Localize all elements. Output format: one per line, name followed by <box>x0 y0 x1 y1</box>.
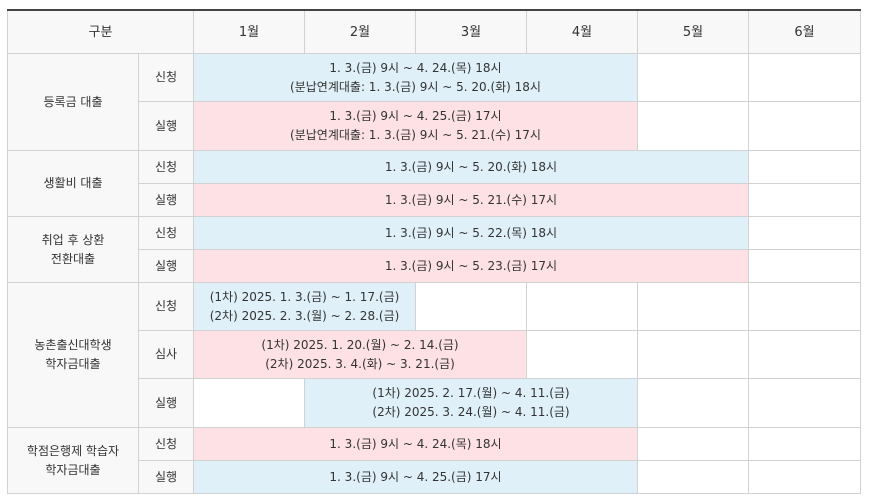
period-line: (1차) 2025. 2. 17.(월) ~ 4. 11.(금) <box>372 386 570 400</box>
empty-cell <box>637 53 750 102</box>
empty-cell <box>637 378 750 428</box>
period-bar: (1차) 2025. 2. 17.(월) ~ 4. 11.(금) (2차) 20… <box>304 378 639 428</box>
empty-cell <box>748 216 862 250</box>
empty-cell <box>637 101 750 151</box>
category-line: 전환대출 <box>50 251 96 266</box>
phase-label: 신청 <box>137 53 195 102</box>
period-line: 1. 3.(금) 9시 ~ 5. 21.(수) 17시 <box>384 192 558 207</box>
period-line: (분납연계대출: 1. 3.(금) 9시 ~ 5. 21.(수) 17시 <box>290 128 541 142</box>
empty-cell <box>526 330 639 379</box>
header-month-4: 4월 <box>526 9 639 54</box>
period-line: 1. 3.(금) 9시 ~ 5. 20.(화) 18시 <box>384 159 558 174</box>
phase-label: 심사 <box>137 330 195 379</box>
phase-label: 신청 <box>137 427 195 461</box>
empty-cell <box>748 330 862 379</box>
category-line: 학점은행제 학습자 <box>26 443 120 458</box>
loan-schedule-table: 구분 1월 2월 3월 4월 5월 6월 등록금 대출 신청 1. 3.(금) … <box>6 9 862 494</box>
header-month-5: 5월 <box>637 9 750 54</box>
header-month-1: 1월 <box>193 9 306 54</box>
period-line: 1. 3.(금) 9시 ~ 4. 25.(금) 17시 <box>329 469 502 484</box>
empty-cell <box>637 330 750 379</box>
category-line: 취업 후 상환 <box>41 232 105 247</box>
period-bar: 1. 3.(금) 9시 ~ 5. 23.(금) 17시 <box>193 249 750 283</box>
phase-label: 실행 <box>137 378 195 428</box>
period-line: (2차) 2025. 3. 24.(월) ~ 4. 11.(금) <box>372 405 570 419</box>
phase-label: 신청 <box>137 150 195 184</box>
category-line: 학자금대출 <box>45 357 101 371</box>
living-loan-label: 생활비 대출 <box>7 150 139 217</box>
header-month-6: 6월 <box>748 9 862 54</box>
period-line: (1차) 2025. 1. 3.(금) ~ 1. 17.(금) <box>209 289 400 304</box>
period-bar: 1. 3.(금) 9시 ~ 5. 21.(수) 17시 <box>193 183 750 217</box>
period-bar: 1. 3.(금) 9시 ~ 4. 25.(금) 17시 (분납연계대출: 1. … <box>193 101 639 151</box>
header-row: 구분 1월 2월 3월 4월 5월 6월 <box>6 9 862 54</box>
phase-label: 실행 <box>137 460 195 494</box>
empty-cell <box>748 53 862 102</box>
period-line: 1. 3.(금) 9시 ~ 5. 23.(금) 17시 <box>384 258 558 273</box>
period-bar: (1차) 2025. 1. 20.(월) ~ 2. 14.(금) (2차) 20… <box>193 330 528 379</box>
phase-label: 실행 <box>137 249 195 283</box>
period-line: 1. 3.(금) 9시 ~ 5. 22.(목) 18시 <box>384 225 558 240</box>
category-line: 학자금대출 <box>45 462 101 477</box>
empty-cell <box>637 282 750 331</box>
phase-label: 신청 <box>137 282 195 331</box>
empty-cell <box>748 378 862 428</box>
period-bar: 1. 3.(금) 9시 ~ 5. 20.(화) 18시 <box>193 150 750 184</box>
table-row: 학점은행제 학습자 학자금대출 신청 1. 3.(금) 9시 ~ 4. 24.(… <box>7 427 862 494</box>
period-bar: 1. 3.(금) 9시 ~ 4. 24.(목) 18시 (분납연계대출: 1. … <box>193 53 639 102</box>
empty-cell <box>748 282 862 331</box>
empty-cell <box>193 378 306 428</box>
empty-cell <box>748 183 862 217</box>
phase-label: 신청 <box>137 216 195 250</box>
table-row: 농촌출신대학생 학자금대출 신청 (1차) 2025. 1. 3.(금) ~ 1… <box>7 282 862 428</box>
period-line: (2차) 2025. 2. 3.(월) ~ 2. 28.(금) <box>209 308 400 323</box>
empty-cell <box>526 282 639 331</box>
empty-cell <box>748 460 862 494</box>
empty-cell <box>637 460 750 494</box>
phase-label: 실행 <box>137 183 195 217</box>
icl-conversion-loan-label: 취업 후 상환 전환대출 <box>7 216 139 283</box>
period-bar: 1. 3.(금) 9시 ~ 4. 24.(목) 18시 <box>193 427 639 461</box>
header-month-2: 2월 <box>304 9 417 54</box>
period-line: (1차) 2025. 1. 20.(월) ~ 2. 14.(금) <box>261 337 459 352</box>
period-line: 1. 3.(금) 9시 ~ 4. 25.(금) 17시 <box>329 109 502 123</box>
header-month-3: 3월 <box>415 9 528 54</box>
empty-cell <box>415 282 528 331</box>
header-category: 구분 <box>6 9 195 54</box>
empty-cell <box>748 427 862 461</box>
empty-cell <box>748 150 862 184</box>
period-bar: 1. 3.(금) 9시 ~ 4. 25.(금) 17시 <box>193 460 639 494</box>
phase-label: 실행 <box>137 101 195 151</box>
empty-cell <box>748 101 862 151</box>
period-line: (2차) 2025. 3. 4.(화) ~ 3. 21.(금) <box>265 356 455 371</box>
period-line: (분납연계대출: 1. 3.(금) 9시 ~ 5. 20.(화) 18시 <box>290 79 541 94</box>
period-line: 1. 3.(금) 9시 ~ 4. 24.(목) 18시 <box>329 60 502 75</box>
table-row: 생활비 대출 신청 1. 3.(금) 9시 ~ 5. 20.(화) 18시 <box>7 150 862 217</box>
category-line: 농촌출신대학생 <box>34 338 112 352</box>
period-line: 1. 3.(금) 9시 ~ 4. 24.(목) 18시 <box>329 436 502 451</box>
empty-cell <box>748 249 862 283</box>
rural-student-loan-label: 농촌출신대학생 학자금대출 <box>7 282 139 428</box>
table-row: 취업 후 상환 전환대출 신청 1. 3.(금) 9시 ~ 5. 22.(목) … <box>7 216 862 283</box>
credit-bank-loan-label: 학점은행제 학습자 학자금대출 <box>7 427 139 494</box>
tuition-loan-label: 등록금 대출 <box>7 53 139 151</box>
empty-cell <box>637 427 750 461</box>
table-row: 등록금 대출 신청 1. 3.(금) 9시 ~ 4. 24.(목) 18시 (분… <box>7 53 862 151</box>
period-bar: 1. 3.(금) 9시 ~ 5. 22.(목) 18시 <box>193 216 750 250</box>
period-bar: (1차) 2025. 1. 3.(금) ~ 1. 17.(금) (2차) 202… <box>193 282 417 331</box>
